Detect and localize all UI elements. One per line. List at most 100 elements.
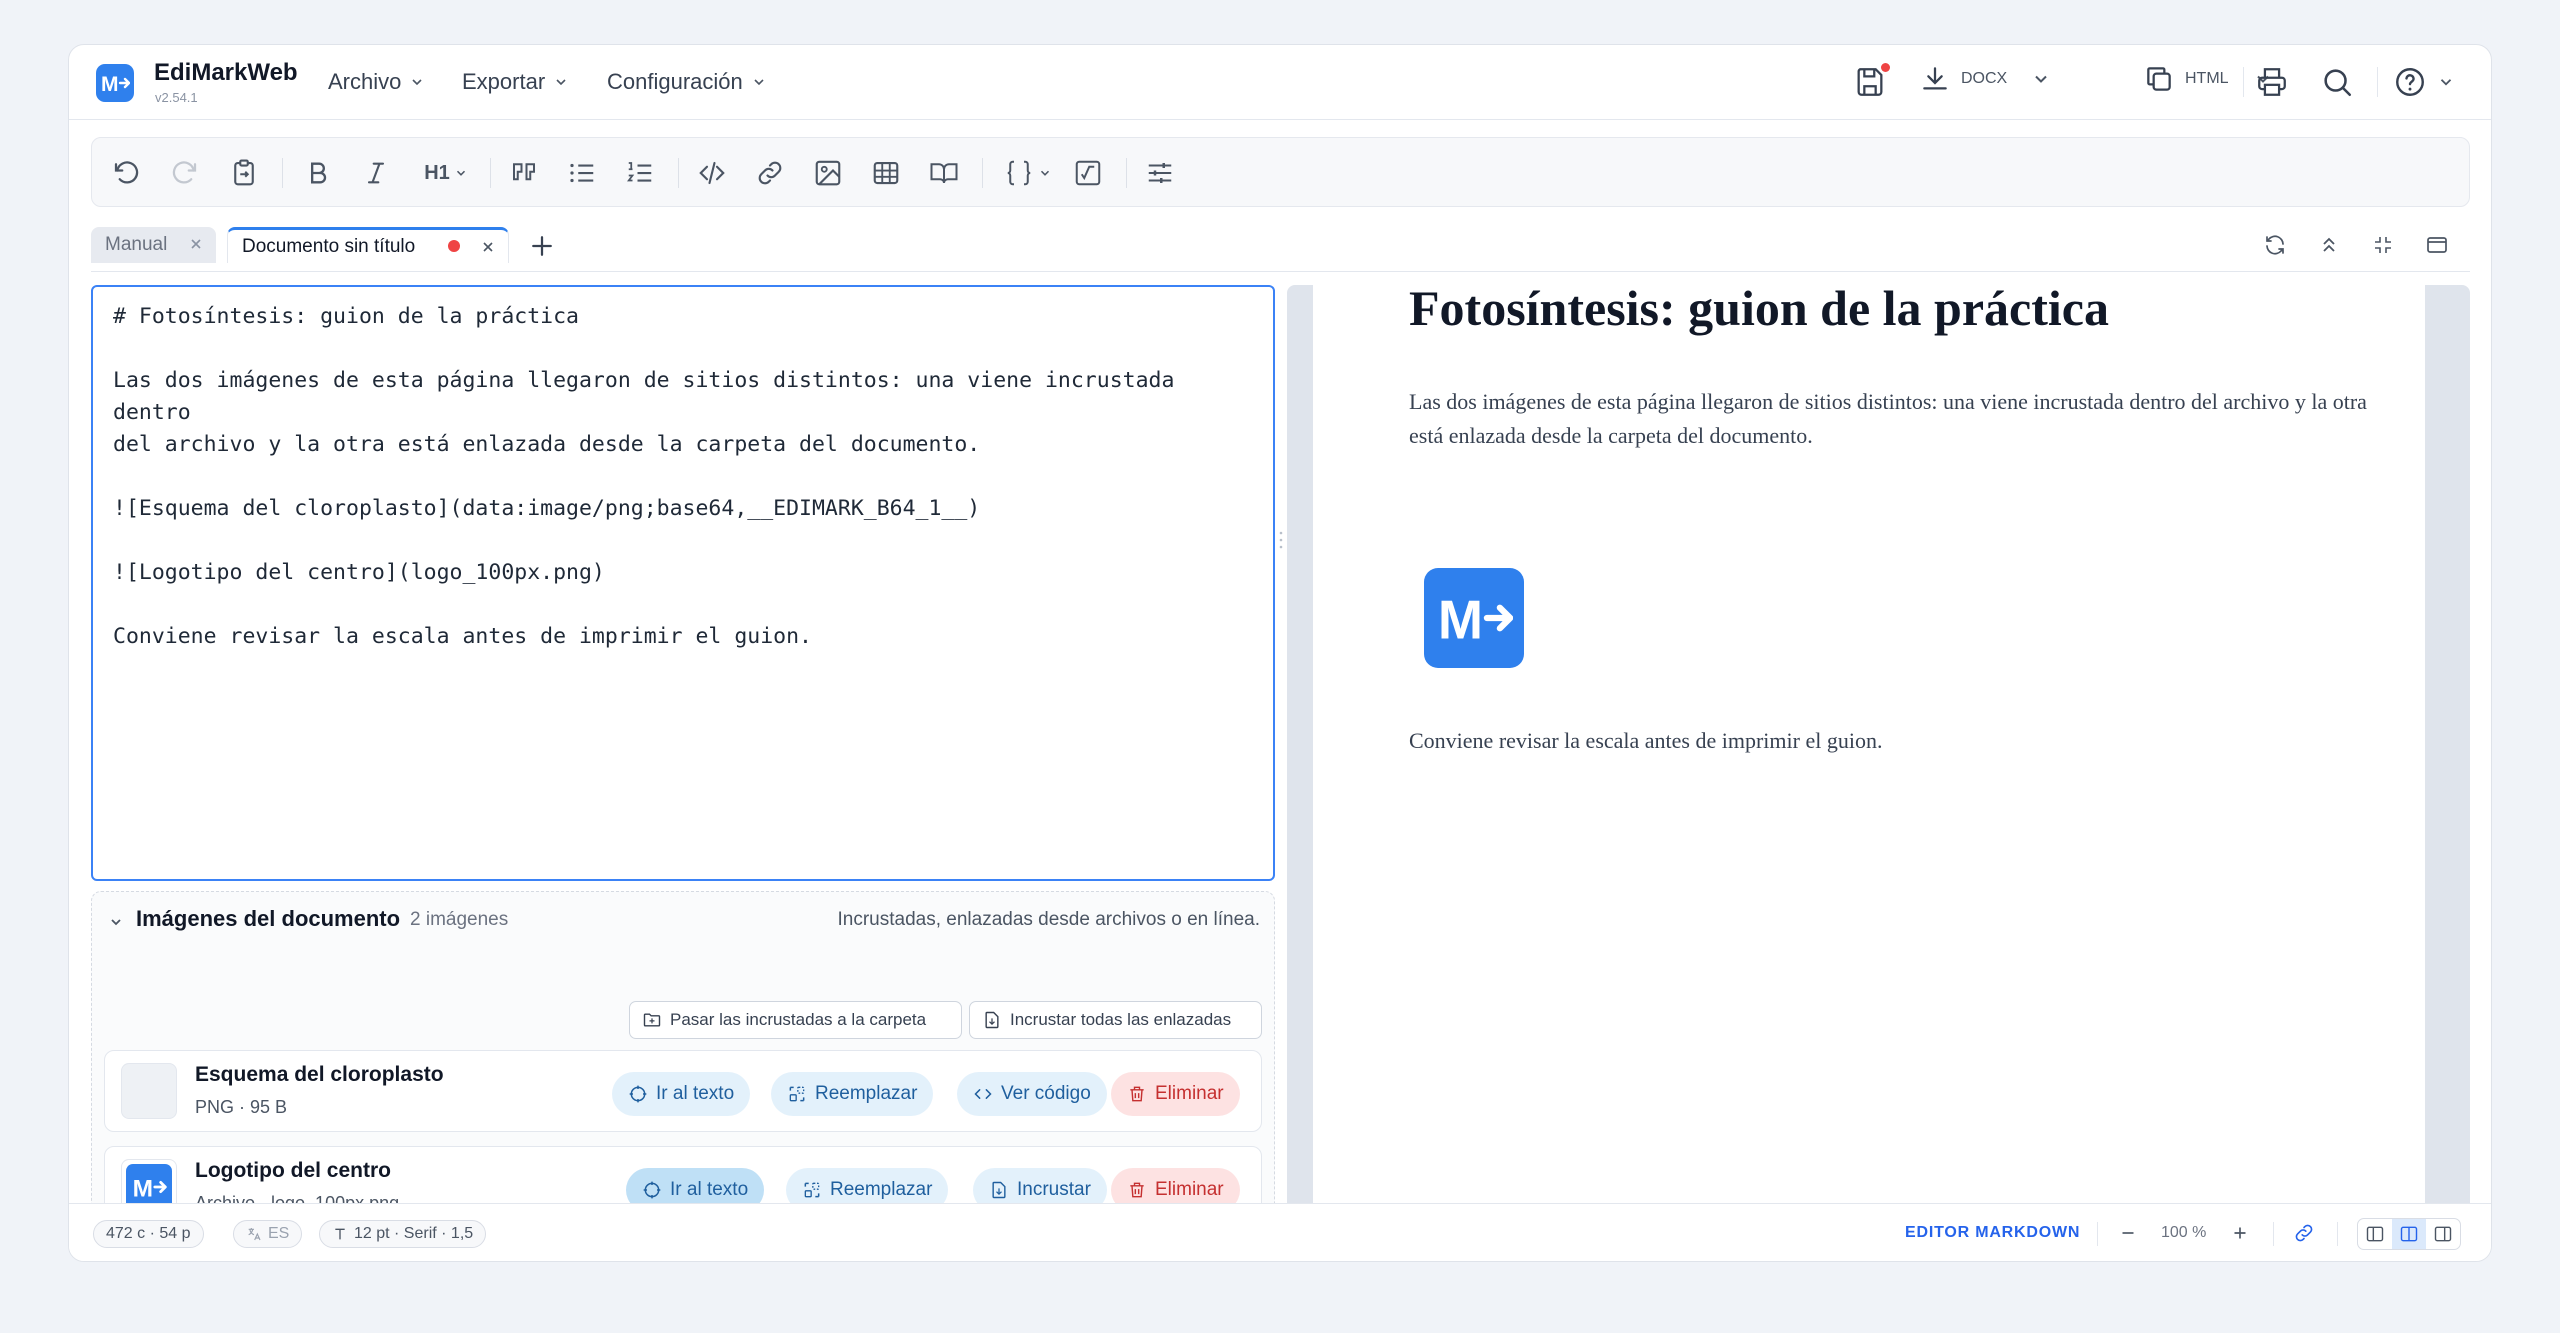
new-tab-button[interactable] [527,231,557,261]
zoom-in-button[interactable] [2229,1222,2251,1244]
bullet-list-icon [570,163,594,183]
divider [2337,1222,2338,1246]
language-chip[interactable]: ES [233,1220,303,1248]
crosshair-icon [643,1181,661,1199]
sync-scroll-button[interactable] [2263,233,2287,257]
divider [282,158,283,188]
pane-splitter-handle[interactable] [1277,525,1285,555]
menu-archivo[interactable]: Archivo [328,69,425,95]
code-button[interactable] [694,155,730,191]
layout-preview-only-button[interactable] [2426,1219,2460,1249]
heading-dropdown[interactable]: H1 [414,155,478,191]
undo-icon [114,161,139,184]
go-to-text-button[interactable]: Ir al texto [612,1072,751,1116]
redo-button[interactable] [167,155,203,191]
app-window: M EdiMarkWeb v2.54.1 Archivo Exportar Co… [68,44,2492,1262]
print-button[interactable] [2255,65,2289,99]
columns-icon [2400,1226,2418,1242]
paste-button[interactable] [226,155,262,191]
book-open-icon [930,163,958,184]
plus-icon [532,236,552,256]
view-code-button[interactable]: Ver código [957,1072,1107,1116]
help-button[interactable] [2393,65,2455,99]
search-button[interactable] [2320,65,2354,99]
button-label: Ver código [1001,1083,1091,1104]
preview-title: Fotosíntesis: guion de la práctica [1409,285,2109,336]
chevron-down-icon [1040,170,1050,176]
image-name: Logotipo del centro [195,1159,391,1182]
settings-sliders-button[interactable] [1142,155,1178,191]
preview-pane[interactable]: Fotosíntesis: guion de la práctica Las d… [1287,285,2470,1237]
tab-manual[interactable]: Manual [91,227,216,263]
close-icon[interactable] [188,236,204,252]
editor-line: # Fotosíntesis: guion de la práctica [113,304,579,329]
math-button[interactable] [1070,155,1106,191]
tab-documento-sin-titulo[interactable]: Documento sin título [227,227,509,263]
numbered-list-button[interactable] [622,155,658,191]
table-button[interactable] [868,155,904,191]
panel-right-icon [2434,1226,2452,1242]
font-label: 12 pt · Serif · 1,5 [354,1225,474,1242]
move-embedded-to-folder-button[interactable]: Pasar las incrustadas a la carpeta [629,1001,962,1039]
link-button[interactable] [752,155,788,191]
file-download-icon [985,1011,999,1029]
layout-switcher [2357,1218,2461,1250]
download-icon [1923,67,1947,90]
window-button[interactable] [2425,233,2449,257]
chevron-down-icon [556,79,566,86]
numbered-list-icon [627,162,652,182]
table-icon [873,161,899,185]
char-word-count: 472 c · 54 p [93,1220,204,1248]
divider [2097,1222,2098,1246]
app-name: EdiMarkWeb [154,59,298,86]
zoom-out-button[interactable] [2117,1222,2139,1244]
zoom-level: 100 % [2161,1224,2207,1241]
quote-button[interactable] [506,155,542,191]
undo-button[interactable] [108,155,144,191]
replace-button[interactable]: Reemplazar [771,1072,934,1116]
editor-line: ![Esquema del cloroplasto](data:image/pn… [113,496,981,521]
chevron-down-icon [412,79,422,86]
braces-dropdown[interactable] [998,155,1058,191]
app-logo-icon: M [96,64,134,102]
tab-label: Manual [105,234,168,255]
editor-mode-label[interactable]: EDITOR MARKDOWN [1905,1224,2080,1242]
chevron-down-icon[interactable] [108,914,124,930]
braces-icon [1007,160,1031,186]
menu-archivo-label: Archivo [328,69,402,94]
format-toolbar: H1 [91,137,2470,207]
close-icon[interactable] [480,239,496,255]
export-html-button[interactable]: HTML [2143,63,2273,95]
book-button[interactable] [926,155,962,191]
divider [982,158,983,188]
minimize-button[interactable] [2371,233,2395,257]
italic-button[interactable] [358,155,394,191]
chevron-down-icon [754,79,764,86]
preview-logo-image: M [1424,568,1524,668]
delete-button[interactable]: Eliminar [1111,1072,1240,1116]
minimize-icon [2375,237,2391,253]
editor-line: del archivo y la otra está enlazada desd… [113,432,981,457]
bold-button[interactable] [300,155,336,191]
layout-split-button[interactable] [2392,1219,2426,1249]
button-label: Reemplazar [815,1083,918,1104]
sync-link-button[interactable] [2293,1222,2315,1244]
embed-all-linked-button[interactable]: Incrustar todas las enlazadas [969,1001,1262,1039]
tabs-divider [91,271,2470,272]
divider [2273,1222,2274,1246]
collapse-up-button[interactable] [2317,233,2341,257]
menu-configuracion[interactable]: Configuración [607,69,767,95]
svg-text:M: M [1438,591,1483,649]
bullet-list-button[interactable] [564,155,600,191]
menu-configuracion-label: Configuración [607,69,743,94]
browser-window-icon [2427,237,2447,253]
export-docx-button[interactable]: DOCX [1919,63,2051,95]
sliders-icon [1148,163,1172,183]
markdown-editor[interactable]: # Fotosíntesis: guion de la práctica Las… [91,285,1275,881]
menu-exportar[interactable]: Exportar [462,69,569,95]
layout-editor-only-button[interactable] [2358,1219,2392,1249]
chevron-down-icon [2035,75,2047,83]
font-settings-chip[interactable]: 12 pt · Serif · 1,5 [319,1220,487,1248]
image-button[interactable] [810,155,846,191]
code-icon [974,1089,992,1099]
